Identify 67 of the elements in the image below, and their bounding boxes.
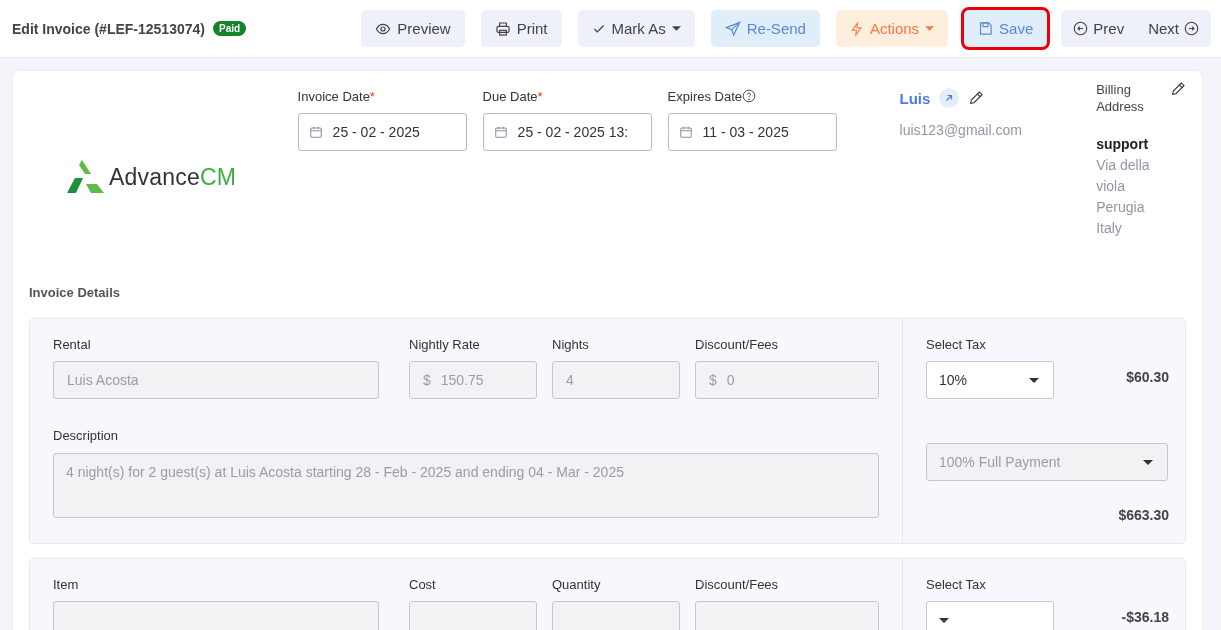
date-field[interactable]: 11 - 03 - 2025 — [667, 113, 837, 151]
page-title: Edit Invoice (#LEF-12513074) — [12, 20, 205, 37]
address-line: viola — [1096, 177, 1126, 196]
field-label: Nightly Rate — [409, 337, 481, 352]
next-button[interactable]: Next — [1136, 10, 1211, 47]
field-label: Quantity — [552, 577, 602, 592]
field-label: Due Date* — [482, 88, 543, 104]
billing-name: support — [1096, 135, 1150, 154]
field-label: Description — [53, 428, 120, 443]
printer-icon — [494, 20, 511, 37]
calendar-icon — [678, 125, 693, 139]
toolbar-button[interactable]: Mark As — [577, 10, 695, 47]
calendar-icon — [308, 125, 323, 139]
field-label: Select Tax — [926, 337, 987, 352]
external-link-icon[interactable] — [939, 88, 960, 108]
triangle-logo-icon — [67, 160, 105, 194]
field-label: Invoice Date* — [297, 88, 375, 104]
input-field[interactable]: $ 150.75 — [409, 361, 537, 399]
paper-plane-icon — [724, 20, 741, 37]
billing-address-title: Billing Address — [1096, 81, 1145, 115]
customer-email: luis123@gmail.com — [899, 122, 1023, 138]
caret-icon — [925, 26, 935, 31]
status-badge: Paid — [212, 21, 247, 36]
field-label: Discount/Fees — [695, 337, 780, 352]
customer-name-link[interactable]: Luis — [899, 89, 931, 107]
date-field[interactable]: 25 - 02 - 2025 — [297, 113, 467, 151]
field-label: Cost — [409, 577, 437, 592]
input-field[interactable] — [695, 601, 879, 630]
tax-select[interactable]: 10% — [926, 361, 1054, 399]
field-label: Select Tax — [926, 577, 987, 592]
prev-button[interactable]: Prev — [1061, 10, 1137, 47]
input-field[interactable]: 4 — [552, 361, 680, 399]
line-total: $663.30 — [1118, 507, 1169, 523]
address-line: Italy — [1096, 219, 1123, 238]
caret-icon — [1143, 459, 1153, 465]
calendar-icon — [493, 125, 508, 139]
caret-icon — [939, 617, 949, 623]
pencil-icon[interactable] — [1170, 81, 1186, 97]
field-label: Rental — [53, 337, 92, 352]
lightning-icon — [849, 20, 864, 37]
field-label: Nights — [552, 337, 590, 352]
date-field[interactable]: 25 - 02 - 2025 13: — [482, 113, 652, 151]
toolbar-button[interactable]: Print — [480, 10, 562, 47]
description-field[interactable]: 4 night(s) for 2 guest(s) at Luis Acosta starting 28 - Feb - 2025 and ending 04 - Mar - 2025 — [53, 453, 879, 518]
toolbar-button[interactable]: Preview — [361, 10, 465, 47]
address-line: Perugia — [1096, 198, 1146, 217]
tax-select[interactable] — [926, 601, 1054, 630]
tax-amount: $60.30 — [1126, 369, 1169, 385]
input-field[interactable]: $ 0 — [695, 361, 879, 399]
address-line: Via della — [1096, 156, 1151, 175]
toolbar-button[interactable]: Re-Send — [710, 10, 820, 47]
field-label: Expires Date — [667, 88, 742, 104]
caret-icon — [671, 26, 681, 31]
tax-amount: -$36.18 — [1121, 609, 1169, 625]
payment-select[interactable]: 100% Full Payment — [926, 443, 1168, 481]
field-label: Item — [53, 577, 80, 592]
toolbar-button[interactable]: Save — [964, 10, 1048, 47]
toolbar-button[interactable]: Actions — [835, 10, 949, 47]
pencil-icon[interactable] — [968, 90, 985, 106]
caret-icon — [1029, 377, 1039, 383]
logo-wordmark: AdvanceCM — [109, 163, 237, 191]
input-field[interactable] — [409, 601, 537, 630]
input-field[interactable]: Luis Acosta — [53, 361, 379, 399]
input-field[interactable] — [53, 601, 379, 630]
section-title: Invoice Details — [29, 285, 122, 300]
input-field[interactable] — [552, 601, 680, 630]
field-label: Discount/Fees — [695, 577, 780, 592]
